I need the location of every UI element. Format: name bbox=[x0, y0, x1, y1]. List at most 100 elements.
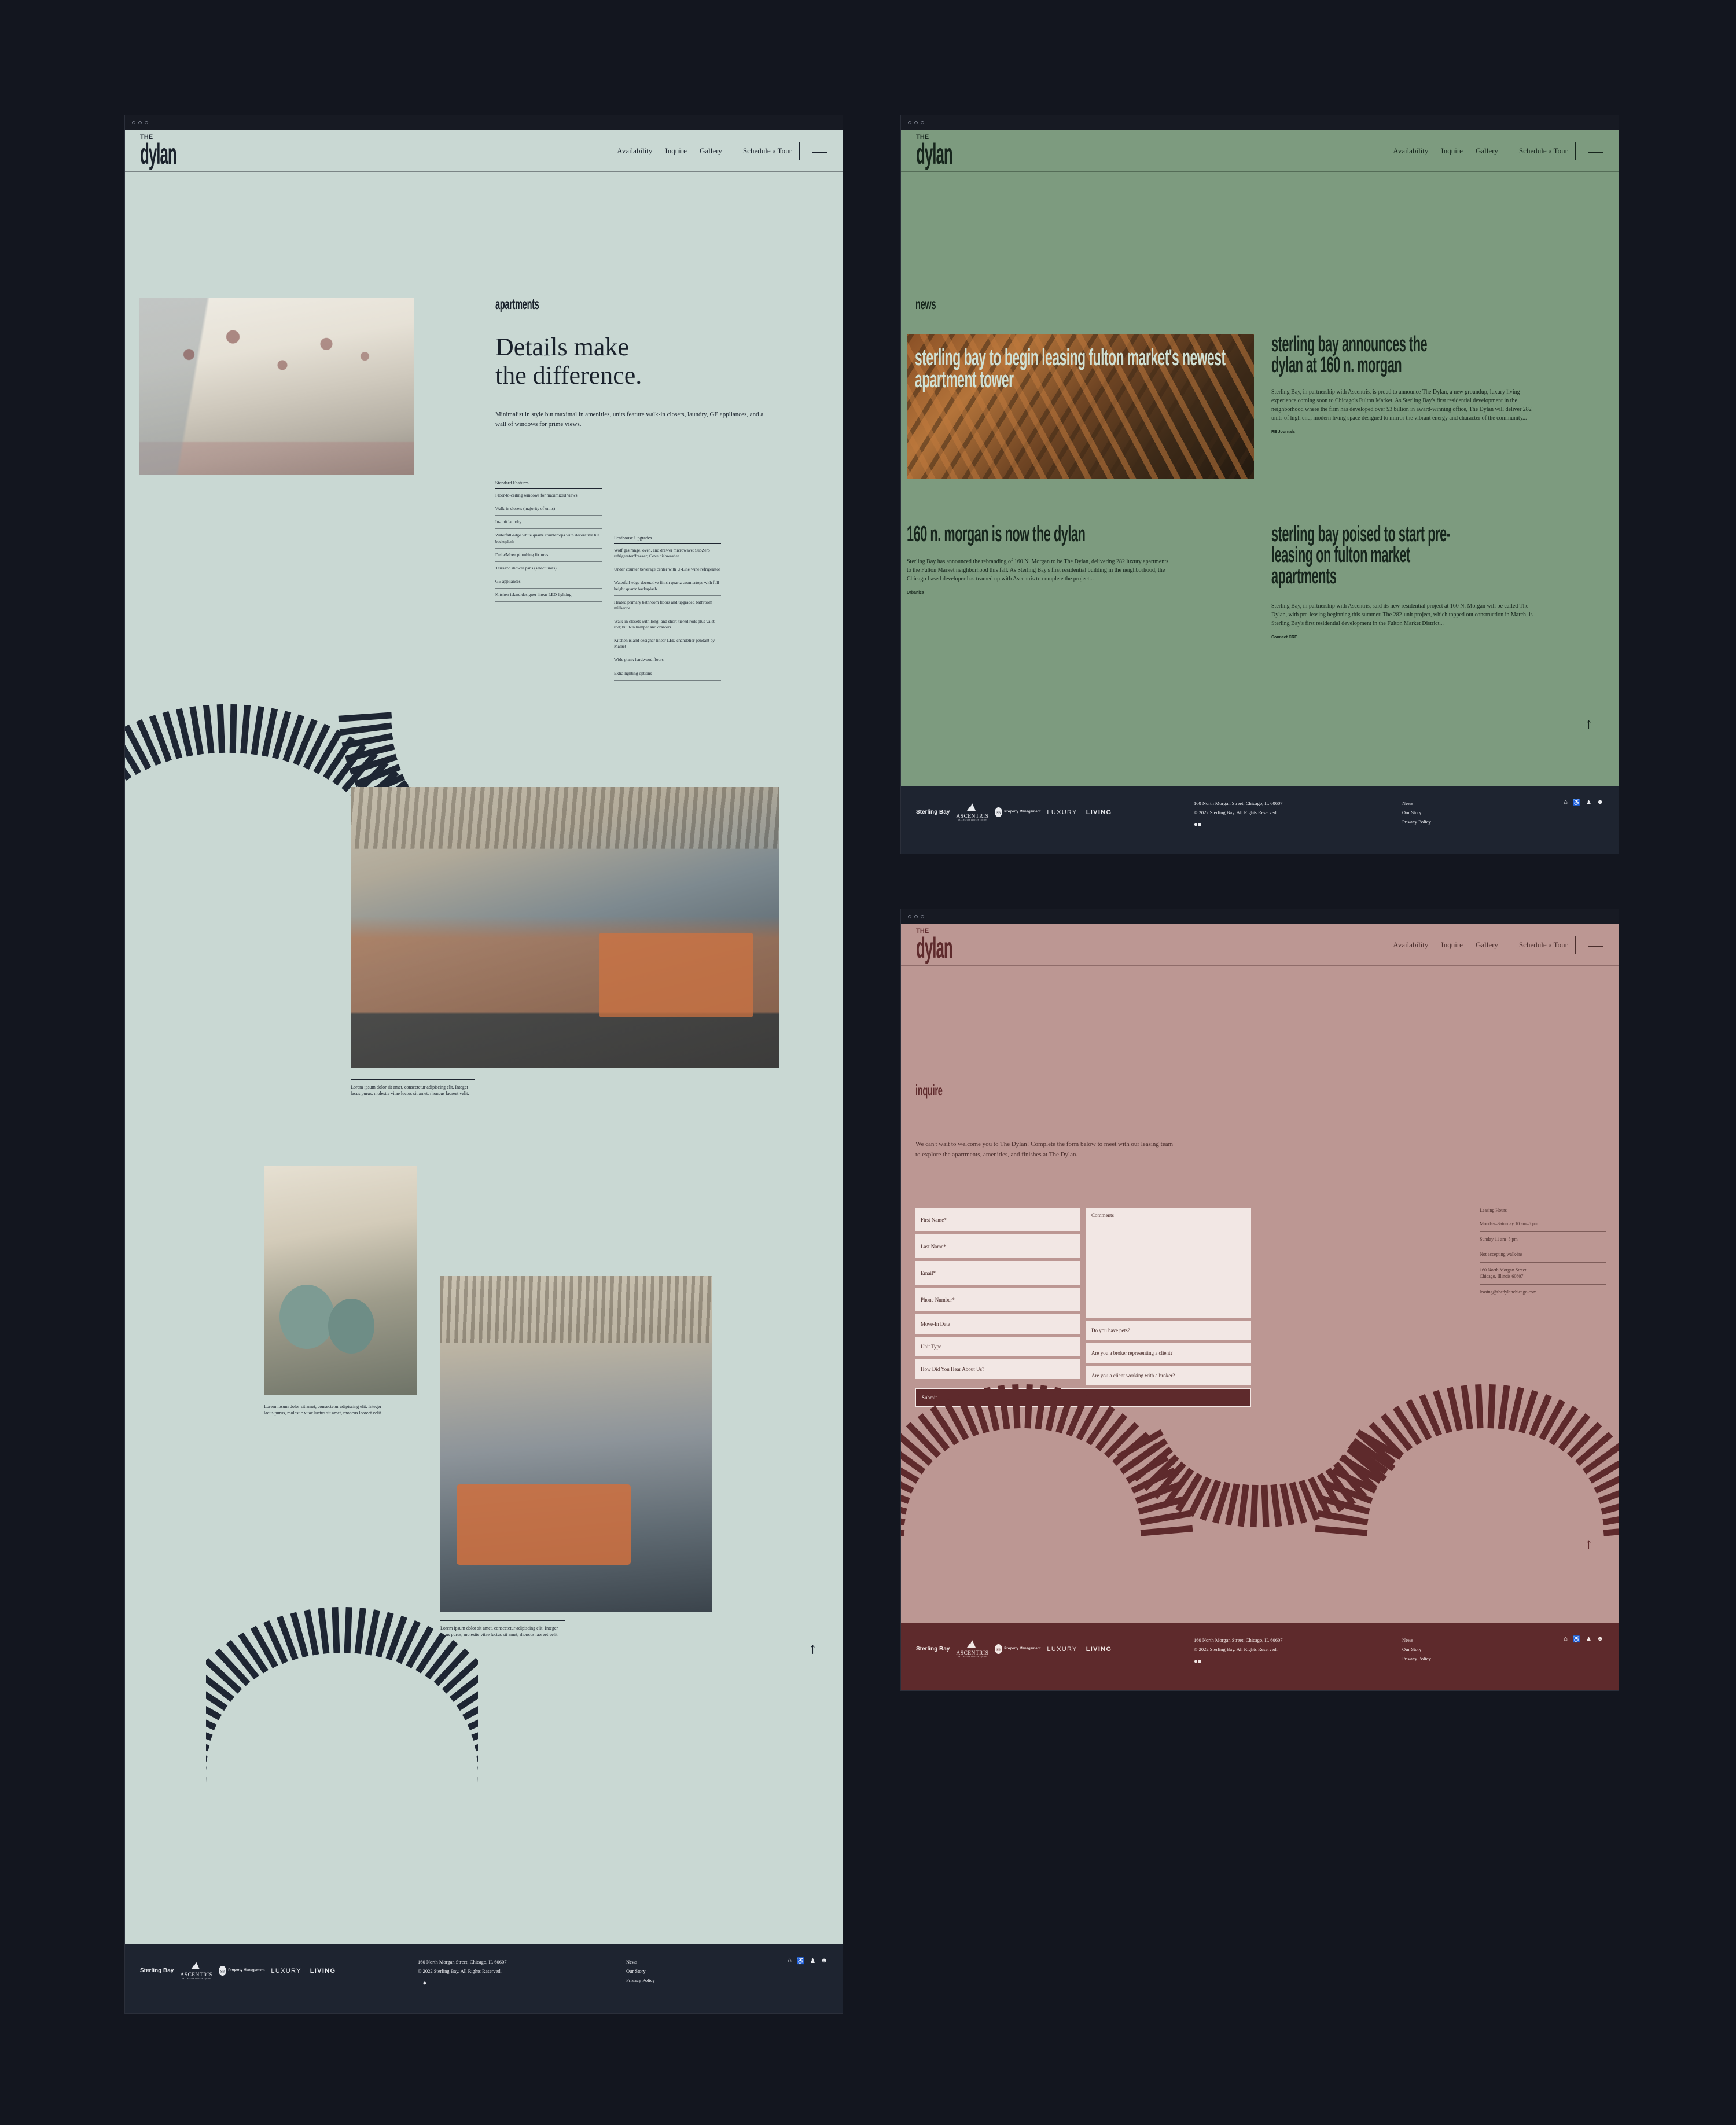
last-name-input[interactable] bbox=[915, 1234, 1080, 1258]
schedule-tour-button[interactable]: Schedule a Tour bbox=[1510, 935, 1576, 954]
sterling-bay-logo[interactable]: Sterling Bay bbox=[916, 1646, 950, 1652]
property-mgmt-wordmark: Property Management bbox=[1004, 810, 1041, 814]
feature-list-item: Walk-in closets (majority of units) bbox=[495, 502, 602, 516]
logo-inquire[interactable]: THE dylan bbox=[916, 928, 953, 962]
ascentris-logo[interactable]: ASCENTRIS REAL ESTATE PRIVATE EQUITY bbox=[956, 1640, 988, 1658]
news-card-1[interactable]: sterling bay to begin leasing fulton mar… bbox=[907, 334, 1254, 479]
window-controls[interactable] bbox=[132, 120, 148, 124]
footer-link-privacy-policy[interactable]: Privacy Policy bbox=[1402, 1654, 1489, 1663]
form-left-column bbox=[915, 1208, 1080, 1385]
footer-link-privacy-policy[interactable]: Privacy Policy bbox=[626, 1976, 713, 1985]
close-dot-icon[interactable] bbox=[908, 914, 911, 918]
unit-type-select[interactable] bbox=[915, 1337, 1080, 1356]
hamburger-icon[interactable] bbox=[812, 148, 827, 153]
footer-social-icons: ● bbox=[418, 1980, 591, 1987]
minimize-dot-icon[interactable] bbox=[914, 120, 918, 124]
maximize-dot-icon[interactable] bbox=[145, 120, 148, 124]
window-controls-inquire[interactable] bbox=[908, 914, 924, 918]
footer-badges: ⌂ ♿ ♟ ☻ bbox=[1564, 799, 1603, 806]
close-dot-icon[interactable] bbox=[132, 120, 135, 124]
window-controls-news[interactable] bbox=[908, 120, 924, 124]
window-titlebar[interactable] bbox=[125, 115, 843, 130]
nav-item-availability[interactable]: Availability bbox=[1393, 146, 1428, 156]
footer-link-our-story[interactable]: Our Story bbox=[1402, 808, 1489, 817]
back-to-top-arrow-news[interactable]: ↑ bbox=[1585, 715, 1592, 733]
footer-link-news[interactable]: News bbox=[626, 1957, 713, 1966]
ascentris-logo[interactable]: ASCENTRIS REAL ESTATE PRIVATE EQUITY bbox=[956, 803, 988, 821]
amenity-image-seating bbox=[264, 1166, 417, 1395]
browser-window-inquire[interactable]: THE dylan Availability Inquire Gallery S… bbox=[900, 909, 1619, 1691]
form-right-column bbox=[1086, 1208, 1251, 1385]
maximize-dot-icon[interactable] bbox=[921, 914, 924, 918]
footer-link-privacy-policy[interactable]: Privacy Policy bbox=[1402, 817, 1489, 826]
minimize-dot-icon[interactable] bbox=[138, 120, 142, 124]
footer-link-our-story[interactable]: Our Story bbox=[1402, 1645, 1489, 1654]
how-did-you-hear-select[interactable] bbox=[915, 1359, 1080, 1379]
luxury-living-logo[interactable]: LUXURY LIVING bbox=[1047, 1645, 1112, 1653]
apartments-headline: Details make the difference. Minimalist … bbox=[495, 333, 779, 429]
email-input[interactable] bbox=[915, 1261, 1080, 1285]
pets-select[interactable] bbox=[1086, 1321, 1251, 1340]
nav-item-inquire[interactable]: Inquire bbox=[1441, 146, 1463, 156]
phone-number-input[interactable] bbox=[915, 1288, 1080, 1311]
facebook-icon[interactable]: ● bbox=[418, 1980, 426, 1987]
nav-item-gallery[interactable]: Gallery bbox=[1476, 146, 1498, 156]
site-footer: Sterling Bay ASCENTRIS REAL ESTATE PRIVA… bbox=[125, 1944, 843, 2013]
svg-text:SB: SB bbox=[996, 812, 1001, 815]
first-name-input[interactable] bbox=[915, 1208, 1080, 1231]
standard-features-items: Floor-to-ceiling windows for maximized v… bbox=[495, 489, 602, 602]
arc-decoration-bottom bbox=[152, 1542, 532, 1785]
logo[interactable]: THE dylan bbox=[140, 134, 177, 168]
facebook-icon[interactable]: ●■ bbox=[1194, 1658, 1201, 1665]
nav-item-gallery[interactable]: Gallery bbox=[700, 146, 722, 156]
sb-shield-icon: SB bbox=[995, 807, 1003, 817]
maximize-dot-icon[interactable] bbox=[921, 120, 924, 124]
comments-textarea[interactable] bbox=[1086, 1208, 1251, 1318]
client-with-broker-select[interactable] bbox=[1086, 1366, 1251, 1385]
news-card-2[interactable]: sterling bay announces the dylan at 160 … bbox=[1271, 333, 1549, 434]
hamburger-icon[interactable] bbox=[1588, 148, 1603, 153]
browser-window-news[interactable]: THE dylan Availability Inquire Gallery S… bbox=[900, 115, 1619, 854]
property-management-logo[interactable]: SB Property Management bbox=[995, 1644, 1040, 1654]
nav-item-availability[interactable]: Availability bbox=[617, 146, 652, 156]
back-to-top-arrow[interactable]: ↑ bbox=[809, 1639, 816, 1657]
amenity-image-lounge bbox=[351, 787, 779, 1068]
footer-link-our-story[interactable]: Our Story bbox=[626, 1966, 713, 1976]
inquire-form[interactable]: Submit bbox=[915, 1208, 1251, 1407]
schedule-tour-button[interactable]: Schedule a Tour bbox=[734, 141, 800, 160]
nav-item-gallery[interactable]: Gallery bbox=[1476, 940, 1498, 950]
hamburger-icon[interactable] bbox=[1588, 942, 1603, 947]
window-titlebar-inquire[interactable] bbox=[901, 909, 1619, 924]
sterling-bay-logo[interactable]: Sterling Bay bbox=[916, 809, 950, 815]
luxury-living-logo[interactable]: LUXURY LIVING bbox=[1047, 808, 1112, 817]
feature-list-item: Under counter beverage center with U-Lin… bbox=[614, 563, 721, 577]
property-management-logo[interactable]: SB Property Management bbox=[219, 1966, 264, 1976]
broker-representing-select[interactable] bbox=[1086, 1343, 1251, 1363]
penthouse-upgrades-title: Penthouse Upgrades bbox=[614, 535, 721, 544]
footer-badges: ⌂ ♿ ♟ ☻ bbox=[1564, 1635, 1603, 1643]
footer-badges: ⌂ ♿ ♟ ☻ bbox=[788, 1957, 827, 1965]
back-to-top-arrow-inquire[interactable]: ↑ bbox=[1585, 1535, 1592, 1553]
window-titlebar-news[interactable] bbox=[901, 115, 1619, 130]
facebook-icon[interactable]: ●■ bbox=[1194, 821, 1201, 828]
logo-the: THE bbox=[140, 134, 153, 141]
luxury-living-logo[interactable]: LUXURY LIVING bbox=[271, 1966, 336, 1975]
property-management-logo[interactable]: SB Property Management bbox=[995, 807, 1040, 817]
ascentris-logo[interactable]: ASCENTRIS REAL ESTATE PRIVATE EQUITY bbox=[180, 1962, 212, 1980]
nav-item-availability[interactable]: Availability bbox=[1393, 940, 1428, 950]
footer-link-news[interactable]: News bbox=[1402, 799, 1489, 808]
footer-link-news[interactable]: News bbox=[1402, 1635, 1489, 1645]
schedule-tour-button[interactable]: Schedule a Tour bbox=[1510, 141, 1576, 160]
minimize-dot-icon[interactable] bbox=[914, 914, 918, 918]
news-card-4[interactable]: sterling bay poised to start pre- leasin… bbox=[1271, 523, 1549, 640]
logo-news[interactable]: THE dylan bbox=[916, 134, 953, 168]
nav-item-inquire[interactable]: Inquire bbox=[665, 146, 687, 156]
close-dot-icon[interactable] bbox=[908, 120, 911, 124]
move-in-date-input[interactable] bbox=[915, 1314, 1080, 1334]
news-card-3[interactable]: 160 n. morgan is now the dylan Sterling … bbox=[907, 523, 1231, 595]
browser-window-apartments[interactable]: THE dylan Availability Inquire Gallery S… bbox=[124, 115, 843, 2014]
nav-item-inquire[interactable]: Inquire bbox=[1441, 940, 1463, 950]
submit-button[interactable]: Submit bbox=[915, 1388, 1251, 1407]
sterling-bay-logo[interactable]: Sterling Bay bbox=[140, 1968, 174, 1974]
inquire-intro: We can't wait to welcome you to The Dyla… bbox=[915, 1141, 1174, 1158]
